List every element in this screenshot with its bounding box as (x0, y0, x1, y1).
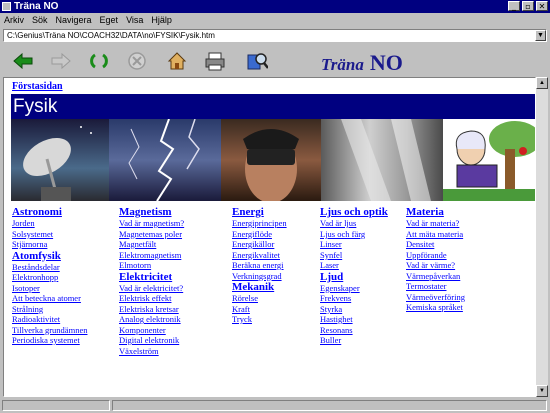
forward-arrow-icon (51, 53, 71, 69)
link-stjarnorna[interactable]: Stjärnorna (12, 239, 132, 250)
banner-images (11, 119, 535, 201)
search-button[interactable] (246, 50, 268, 72)
refresh-button[interactable] (88, 50, 110, 72)
stop-icon (128, 52, 146, 70)
light-beams-image (321, 119, 443, 201)
link-varmeoverforing[interactable]: Värmeöverföring (406, 292, 526, 303)
link-digital-elektronik[interactable]: Digital elektronik (119, 335, 239, 346)
back-arrow-icon (13, 53, 33, 69)
title-bar: Träna NO _ ▫ ✕ (0, 0, 550, 13)
link-elmotorn[interactable]: Elmotorn (119, 260, 239, 271)
toolbar: Träna NO (0, 44, 550, 77)
link-vaxelstrom[interactable]: Växelström (119, 346, 239, 357)
refresh-icon (90, 53, 108, 69)
menu-eget[interactable]: Eget (100, 13, 119, 27)
link-hastighet[interactable]: Hastighet (320, 314, 440, 325)
minimize-button[interactable]: _ (508, 1, 520, 11)
link-elektriska-kretsar[interactable]: Elektriska kretsar (119, 304, 239, 315)
print-button[interactable] (204, 50, 226, 72)
link-att-beteckna-atomer[interactable]: Att beteckna atomer (12, 293, 132, 304)
breadcrumb-home-link[interactable]: Förstasidan (12, 81, 63, 92)
content-area: Förstasidan Fysik Astronomi Jorden Solsy… (3, 77, 536, 397)
brand-logo: Träna NO (321, 50, 403, 76)
link-vad-ar-materia[interactable]: Vad är materia? (406, 218, 526, 229)
link-elektromagnetism[interactable]: Elektromagnetism (119, 250, 239, 261)
link-resonans[interactable]: Resonans (320, 325, 440, 336)
home-button[interactable] (166, 50, 188, 72)
satellite-dish-image (11, 119, 109, 201)
status-bar (0, 398, 550, 413)
column-materia: Materia Vad är materia? Att mäta materia… (406, 206, 526, 313)
menu-visa[interactable]: Visa (126, 13, 143, 27)
link-termostater[interactable]: Termostater (406, 281, 526, 292)
link-magnetemas-poler[interactable]: Magnetemas poler (119, 229, 239, 240)
address-dropdown-button[interactable]: ▼ (535, 30, 546, 41)
link-radioaktivitet[interactable]: Radioaktivitet (12, 314, 132, 325)
address-text: C:\Genius\Träna NO\COACH32\DATA\no\FYSIK… (7, 31, 215, 40)
link-varmepaverkan[interactable]: Värmepåverkan (406, 271, 526, 282)
link-magnetfalt[interactable]: Magnetfält (119, 239, 239, 250)
brand-trana: Träna (321, 55, 364, 74)
link-elektronhopp[interactable]: Elektronhopp (12, 272, 132, 283)
link-analog-elektronik[interactable]: Analog elektronik (119, 314, 239, 325)
menu-arkiv[interactable]: Arkiv (4, 13, 24, 27)
menu-bar: Arkiv Sök Navigera Eget Visa Hjälp (0, 13, 550, 27)
link-vad-ar-elektricitet[interactable]: Vad är elektricitet? (119, 283, 239, 294)
forward-button[interactable] (50, 50, 72, 72)
scroll-down-arrow-icon[interactable]: ▼ (536, 385, 548, 397)
heading-elektricitet[interactable]: Elektricitet (119, 271, 239, 283)
brand-no: NO (369, 50, 403, 75)
status-segment-left (2, 400, 110, 411)
window-title: Träna NO (14, 1, 59, 12)
link-stralning[interactable]: Strålning (12, 304, 132, 315)
link-bestandsdelar[interactable]: Beståndsdelar (12, 262, 132, 273)
column-magnetism-elektricitet: Magnetism Vad är magnetism? Magnetemas p… (119, 206, 239, 356)
close-button[interactable]: ✕ (536, 1, 548, 11)
link-komponenter[interactable]: Komponenter (119, 325, 239, 336)
menu-sok[interactable]: Sök (32, 13, 48, 27)
column-astronomi-atomfysik: Astronomi Jorden Solsystemet Stjärnorna … (12, 206, 132, 346)
restore-button[interactable]: ▫ (522, 1, 534, 11)
address-bar[interactable]: C:\Genius\Träna NO\COACH32\DATA\no\FYSIK… (3, 29, 547, 42)
vertical-scrollbar[interactable]: ▲ ▼ (536, 77, 548, 397)
search-book-icon (247, 53, 268, 70)
scroll-up-arrow-icon[interactable]: ▲ (536, 77, 548, 89)
heading-atomfysik[interactable]: Atomfysik (12, 250, 132, 262)
heading-astronomi[interactable]: Astronomi (12, 206, 132, 218)
link-elektrisk-effekt[interactable]: Elektrisk effekt (119, 293, 239, 304)
link-att-mata-materia[interactable]: Att mäta materia (406, 229, 526, 240)
newton-tree-image (443, 119, 535, 201)
link-jorden[interactable]: Jorden (12, 218, 132, 229)
link-vad-ar-magnetism[interactable]: Vad är magnetism? (119, 218, 239, 229)
link-isotoper[interactable]: Isotoper (12, 283, 132, 294)
home-icon (167, 52, 187, 70)
link-densitet[interactable]: Densitet (406, 239, 526, 250)
link-uppforande[interactable]: Uppförande (406, 250, 526, 261)
stop-button[interactable] (126, 50, 148, 72)
link-kemiska-spraket[interactable]: Kemiska språket (406, 302, 526, 313)
app-icon (2, 2, 11, 11)
printer-icon (205, 52, 225, 71)
status-segment-right (112, 400, 547, 411)
heading-magnetism[interactable]: Magnetism (119, 206, 239, 218)
heading-materia[interactable]: Materia (406, 206, 526, 218)
menu-hjalp[interactable]: Hjälp (151, 13, 172, 27)
menu-navigera[interactable]: Navigera (56, 13, 92, 27)
link-tillverka-grundamnen[interactable]: Tillverka grundämnen (12, 325, 132, 336)
back-button[interactable] (12, 50, 34, 72)
vr-headset-image (221, 119, 321, 201)
window-controls: _ ▫ ✕ (506, 1, 548, 11)
link-periodiska-systemet[interactable]: Periodiska systemet (12, 335, 132, 346)
link-buller[interactable]: Buller (320, 335, 440, 346)
link-solsystemet[interactable]: Solsystemet (12, 229, 132, 240)
page-title: Fysik (11, 94, 535, 119)
link-vad-ar-varme[interactable]: Vad är värme? (406, 260, 526, 271)
lightning-image (109, 119, 221, 201)
